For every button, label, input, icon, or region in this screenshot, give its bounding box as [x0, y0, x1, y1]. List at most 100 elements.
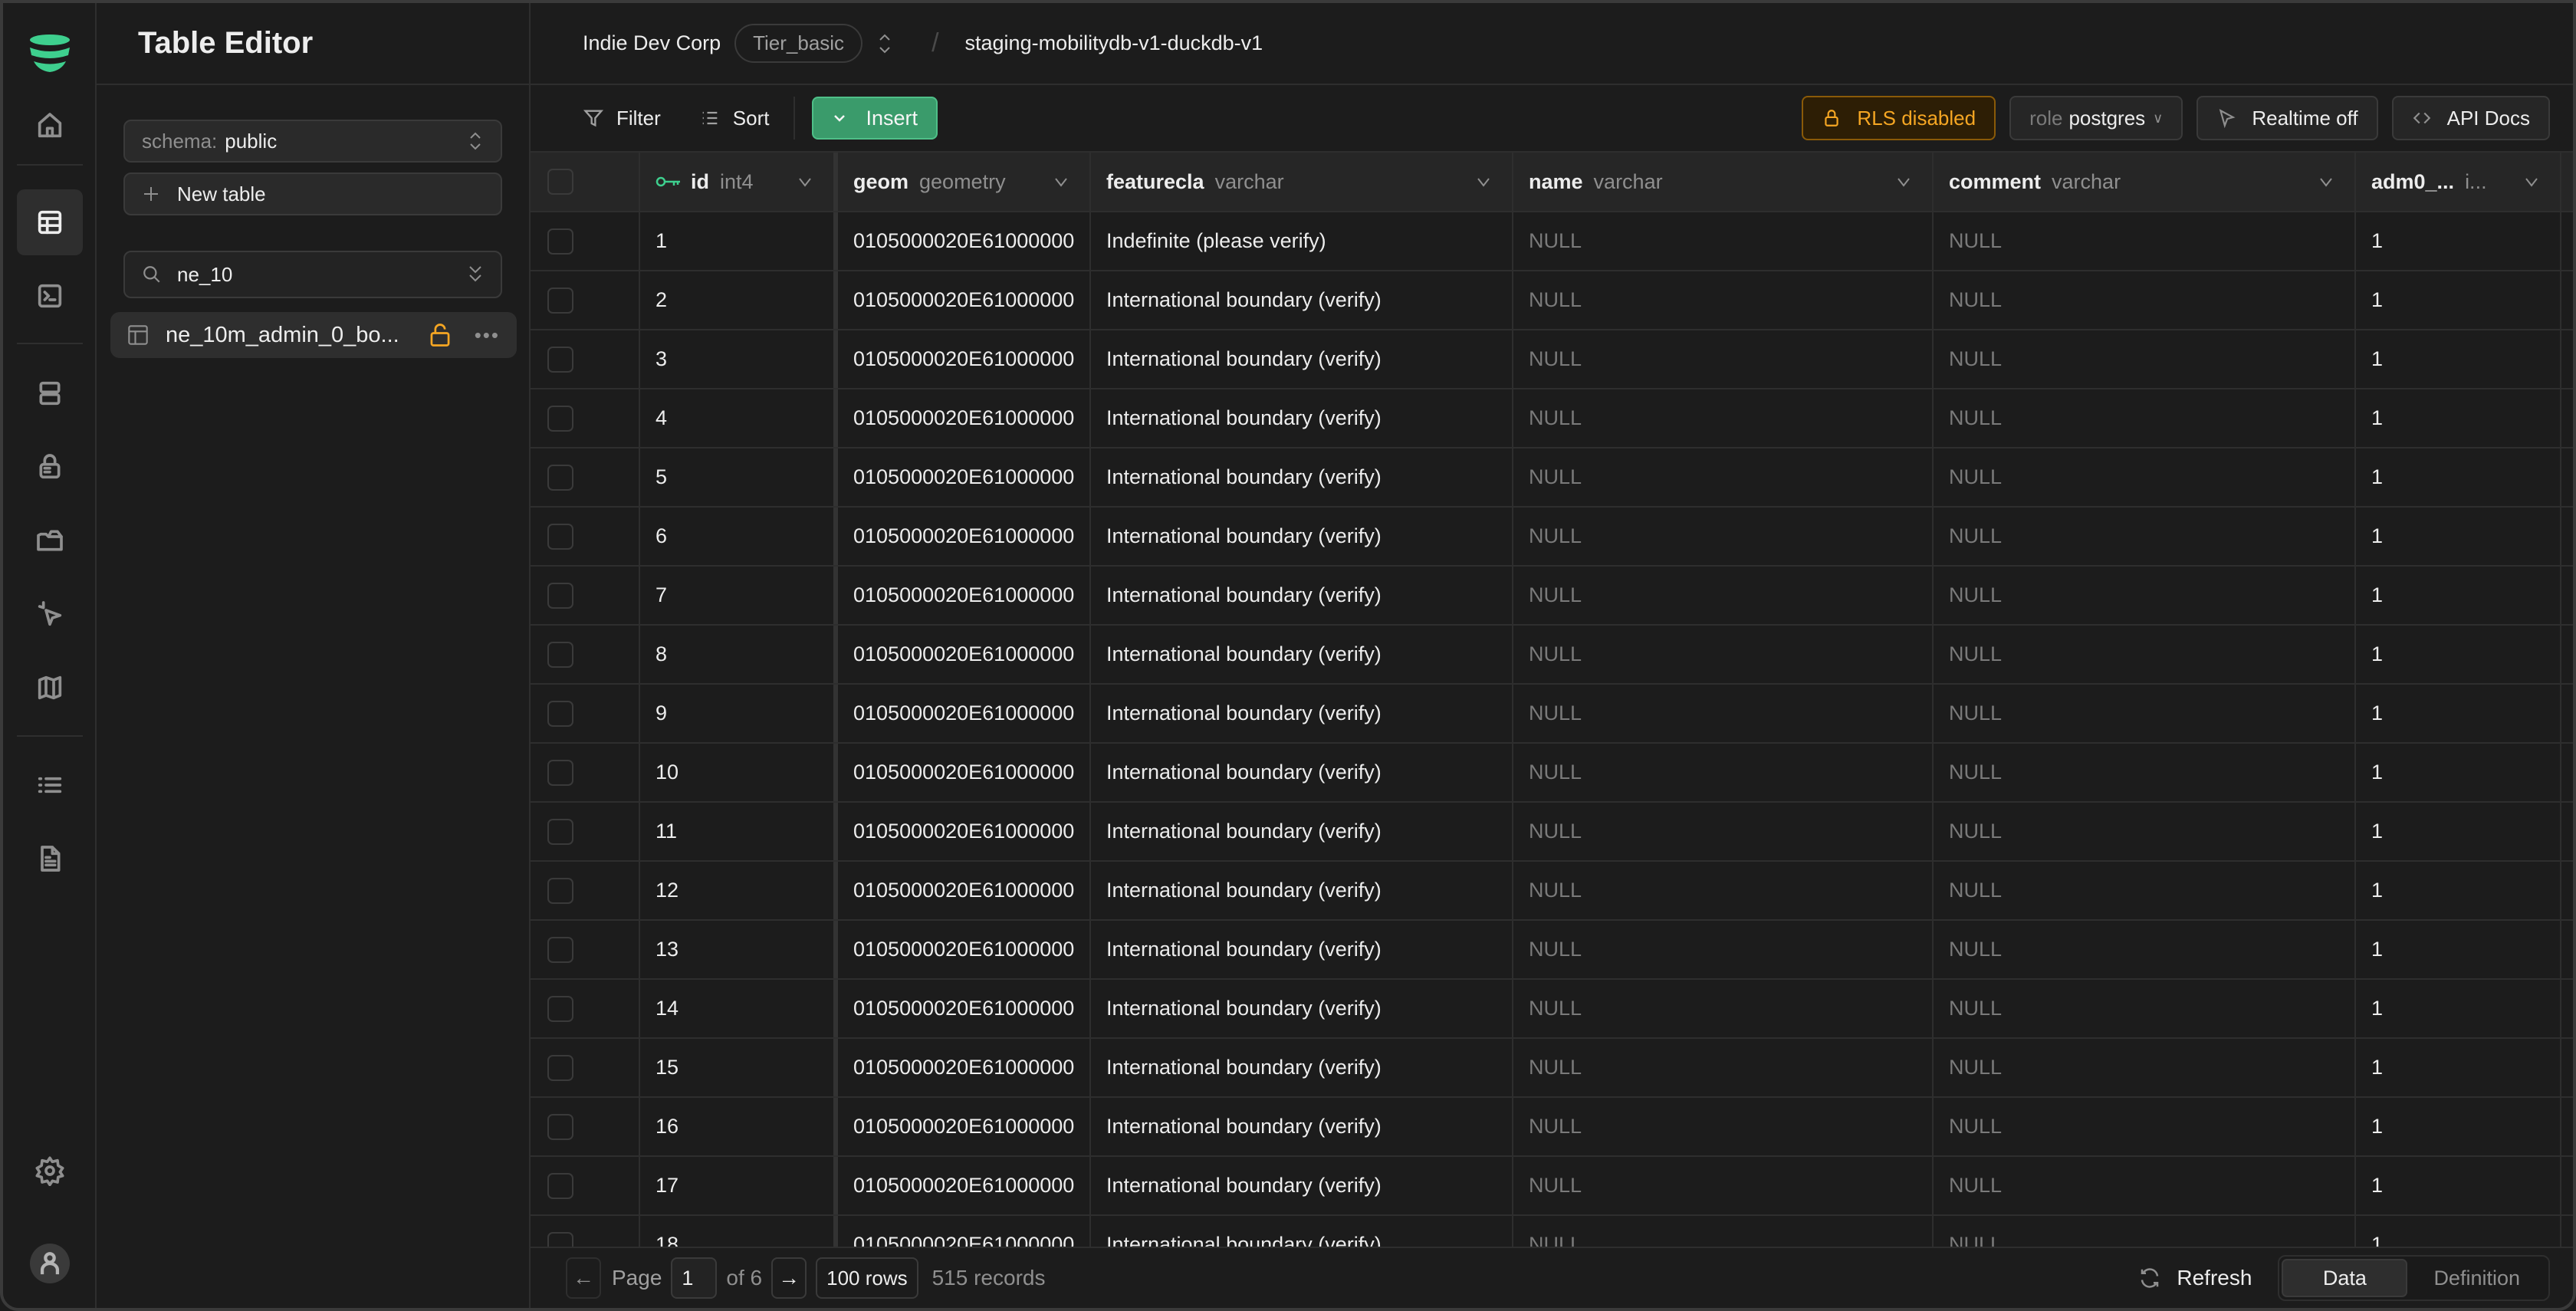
cell-featurecla[interactable]: International boundary (verify) — [1091, 980, 1513, 1037]
column-header-geom[interactable]: geom geometry — [838, 153, 1091, 211]
chevron-down-icon[interactable] — [2318, 173, 2334, 190]
cell-adm0[interactable]: 1 — [2356, 921, 2561, 978]
table-row[interactable]: 5 0105000020E61000000 International bounda… — [531, 449, 2573, 508]
cell-geom[interactable]: 0105000020E61000000 — [838, 803, 1091, 860]
cell-featurecla[interactable]: International boundary (verify) — [1091, 508, 1513, 565]
sidebar-table-item[interactable]: ne_10m_admin_0_bo... ••• — [110, 312, 517, 358]
refresh-button[interactable]: Refresh — [2138, 1266, 2252, 1290]
row-select-cell[interactable] — [531, 449, 640, 506]
cell-adm0[interactable]: 1 — [2356, 508, 2561, 565]
cell-adm0[interactable]: 1 — [2356, 744, 2561, 801]
rail-sql-editor-button[interactable] — [17, 263, 83, 329]
row-checkbox[interactable] — [547, 1231, 573, 1247]
cell-name[interactable]: NULL — [1513, 508, 1934, 565]
cell-adm0[interactable]: 1 — [2356, 1216, 2561, 1247]
cell-name[interactable]: NULL — [1513, 389, 1934, 447]
cell-name[interactable]: NULL — [1513, 685, 1934, 742]
cell-featurecla[interactable]: International boundary (verify) — [1091, 1157, 1513, 1214]
table-row[interactable]: 17 0105000020E61000000 International bound… — [531, 1157, 2573, 1216]
table-row[interactable]: 7 0105000020E61000000 International bounda… — [531, 567, 2573, 626]
cell-name[interactable]: NULL — [1513, 921, 1934, 978]
row-select-cell[interactable] — [531, 389, 640, 447]
rows-per-page-select[interactable]: 100 rows — [816, 1257, 918, 1299]
row-select-cell[interactable] — [531, 921, 640, 978]
cell-name[interactable]: NULL — [1513, 449, 1934, 506]
cell-geom[interactable]: 0105000020E61000000 — [838, 508, 1091, 565]
cell-featurecla[interactable]: International boundary (verify) — [1091, 744, 1513, 801]
cell-id[interactable]: 13 — [640, 921, 838, 978]
row-checkbox[interactable] — [547, 1172, 573, 1199]
row-select-cell[interactable] — [531, 744, 640, 801]
cell-comment[interactable]: NULL — [1934, 1039, 2356, 1096]
cell-featurecla[interactable]: International boundary (verify) — [1091, 921, 1513, 978]
cell-featurecla[interactable]: International boundary (verify) — [1091, 330, 1513, 388]
row-checkbox[interactable] — [547, 1054, 573, 1081]
cell-comment[interactable]: NULL — [1934, 508, 2356, 565]
cell-adm0[interactable]: 1 — [2356, 330, 2561, 388]
cell-name[interactable]: NULL — [1513, 744, 1934, 801]
cell-geom[interactable]: 0105000020E61000000 — [838, 271, 1091, 329]
column-header-id[interactable]: id int4 — [640, 153, 838, 211]
row-checkbox[interactable] — [547, 700, 573, 727]
cell-geom[interactable]: 0105000020E61000000 — [838, 330, 1091, 388]
cell-featurecla[interactable]: International boundary (verify) — [1091, 449, 1513, 506]
chevron-down-icon[interactable] — [797, 173, 813, 190]
cell-id[interactable]: 7 — [640, 567, 838, 624]
rail-home-button[interactable] — [17, 93, 83, 159]
column-header-comment[interactable]: comment varchar — [1934, 153, 2356, 211]
row-checkbox[interactable] — [547, 523, 573, 550]
cell-id[interactable]: 12 — [640, 862, 838, 919]
cell-comment[interactable]: NULL — [1934, 330, 2356, 388]
cell-name[interactable]: NULL — [1513, 626, 1934, 683]
cell-geom[interactable]: 0105000020E61000000 — [838, 567, 1091, 624]
cell-comment[interactable]: NULL — [1934, 1216, 2356, 1247]
row-select-cell[interactable] — [531, 330, 640, 388]
row-checkbox[interactable] — [547, 287, 573, 314]
cell-adm0[interactable]: 1 — [2356, 567, 2561, 624]
cell-comment[interactable]: NULL — [1934, 449, 2356, 506]
chevron-down-icon[interactable] — [1475, 173, 1492, 190]
cell-featurecla[interactable]: International boundary (verify) — [1091, 862, 1513, 919]
column-header-name[interactable]: name varchar — [1513, 153, 1934, 211]
row-checkbox[interactable] — [547, 464, 573, 491]
row-checkbox[interactable] — [547, 877, 573, 904]
cell-geom[interactable]: 0105000020E61000000 — [838, 212, 1091, 270]
row-select-cell[interactable] — [531, 567, 640, 624]
cell-comment[interactable]: NULL — [1934, 685, 2356, 742]
cell-adm0[interactable]: 1 — [2356, 389, 2561, 447]
sort-button[interactable]: Sort — [699, 107, 769, 130]
row-select-cell[interactable] — [531, 803, 640, 860]
chevron-down-icon[interactable] — [2523, 173, 2540, 190]
rail-auth-button[interactable] — [17, 434, 83, 500]
cell-name[interactable]: NULL — [1513, 1216, 1934, 1247]
cell-id[interactable]: 15 — [640, 1039, 838, 1096]
cell-name[interactable]: NULL — [1513, 330, 1934, 388]
user-avatar[interactable] — [30, 1244, 70, 1283]
cell-id[interactable]: 17 — [640, 1157, 838, 1214]
cell-featurecla[interactable]: International boundary (verify) — [1091, 389, 1513, 447]
cell-featurecla[interactable]: International boundary (verify) — [1091, 1039, 1513, 1096]
table-row[interactable]: 3 0105000020E61000000 International bounda… — [531, 330, 2573, 389]
column-header-adm0[interactable]: adm0_... i... — [2356, 153, 2561, 211]
cell-adm0[interactable]: 1 — [2356, 271, 2561, 329]
cell-id[interactable]: 2 — [640, 271, 838, 329]
table-row[interactable]: 11 0105000020E61000000 International bound… — [531, 803, 2573, 862]
cell-adm0[interactable]: 1 — [2356, 862, 2561, 919]
cell-adm0[interactable]: 1 — [2356, 449, 2561, 506]
cell-featurecla[interactable]: International boundary (verify) — [1091, 626, 1513, 683]
rail-settings-button[interactable] — [17, 1138, 83, 1204]
rail-docs-button[interactable] — [17, 826, 83, 892]
table-row[interactable]: 6 0105000020E61000000 International bounda… — [531, 508, 2573, 567]
cell-adm0[interactable]: 1 — [2356, 1039, 2561, 1096]
rail-realtime-button[interactable] — [17, 581, 83, 647]
chevron-down-icon[interactable] — [1895, 173, 1912, 190]
cell-comment[interactable]: NULL — [1934, 271, 2356, 329]
role-select[interactable]: role postgres ∨ — [2009, 96, 2183, 140]
cell-geom[interactable]: 0105000020E61000000 — [838, 685, 1091, 742]
row-select-cell[interactable] — [531, 862, 640, 919]
cell-geom[interactable]: 0105000020E61000000 — [838, 449, 1091, 506]
cell-adm0[interactable]: 1 — [2356, 1098, 2561, 1155]
rail-logs-button[interactable] — [17, 752, 83, 818]
rail-map-button[interactable] — [17, 655, 83, 721]
tab-data[interactable]: Data — [2282, 1259, 2408, 1297]
